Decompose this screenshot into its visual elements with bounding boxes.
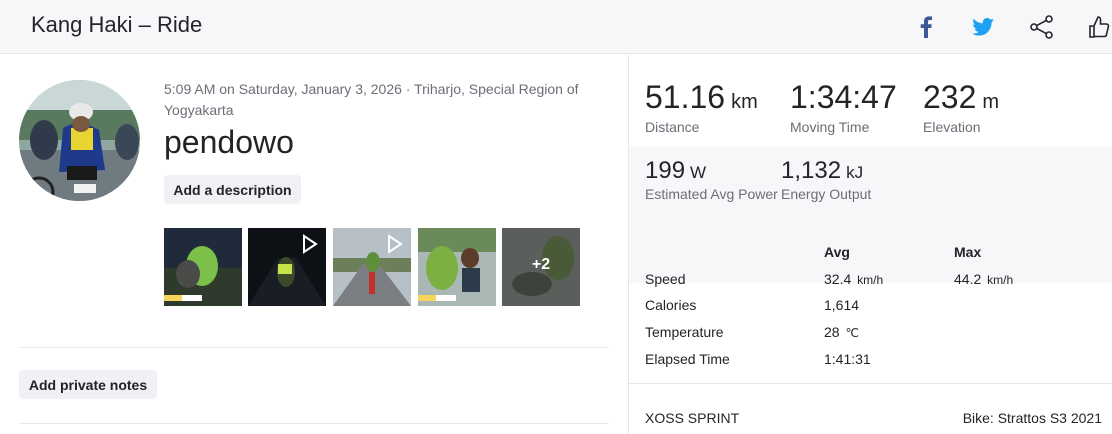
secondary-stats: 199 W Estimated Avg Power 1,132 kJ Energy … [629, 147, 1112, 283]
temperature-avg: 28 ℃ [824, 324, 859, 340]
activity-meta: 5:09 AM on Saturday, January 3, 2026 · T… [164, 81, 579, 118]
distance-value: 51.16 km [645, 79, 758, 115]
activity-name: pendowo [164, 124, 294, 160]
elevation-value: 232 m [923, 79, 1000, 115]
power-value: 199 W [645, 157, 707, 184]
divider [629, 383, 1112, 384]
add-private-notes-button[interactable]: Add private notes [19, 370, 157, 399]
speed-avg: 32.4 km/h [824, 271, 884, 287]
more-photos-count: +2 [531, 256, 551, 273]
bike-name[interactable]: Bike: Strattos S3 2021 [963, 410, 1102, 426]
avg-column-header: Avg [824, 244, 850, 260]
video-thumbnail[interactable] [333, 228, 411, 306]
elevation-label: Elevation [923, 119, 981, 135]
video-thumbnail[interactable] [248, 228, 326, 306]
speed-max: 44.2 km/h [954, 271, 1014, 287]
moving-time-label: Moving Time [790, 119, 870, 135]
energy-label: Energy Output [781, 186, 872, 202]
divider [19, 347, 609, 348]
divider [19, 423, 609, 424]
add-description-button[interactable]: Add a description [164, 175, 301, 204]
calories-label: Calories [645, 297, 697, 313]
distance-label: Distance [645, 119, 700, 135]
twitter-icon[interactable] [968, 12, 998, 42]
stats-panel: 51.16 km Distance 1:34:47 Moving Time 232… [629, 55, 1112, 434]
elapsed-time-avg: 1:41:31 [824, 351, 871, 367]
thumbs-up-icon[interactable] [1084, 12, 1112, 42]
speed-label: Speed [645, 271, 686, 287]
temperature-label: Temperature [645, 324, 724, 340]
page-title: Kang Haki – Ride [31, 12, 203, 37]
photo-thumbnail[interactable] [418, 228, 496, 306]
more-photos-thumbnail[interactable]: +2 [502, 228, 580, 306]
power-label: Estimated Avg Power [645, 186, 778, 202]
share-icon[interactable] [1027, 12, 1057, 42]
device-name: XOSS SPRINT [645, 410, 740, 426]
moving-time-value: 1:34:47 [790, 79, 897, 115]
energy-value: 1,132 kJ [781, 157, 864, 184]
calories-avg: 1,614 [824, 297, 860, 313]
page-header: Kang Haki – Ride [0, 0, 1112, 54]
facebook-icon[interactable] [911, 12, 941, 42]
photo-thumbnail[interactable] [164, 228, 242, 306]
elapsed-time-label: Elapsed Time [645, 351, 730, 367]
max-column-header: Max [954, 244, 982, 260]
athlete-avatar[interactable] [19, 80, 140, 201]
